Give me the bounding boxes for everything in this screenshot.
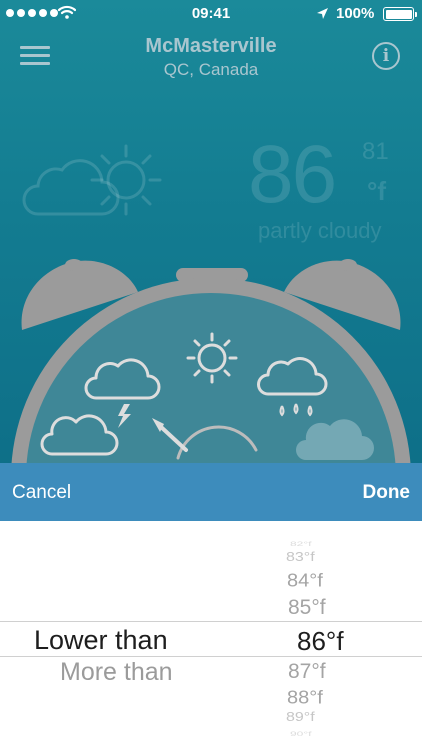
picker-condition-selected[interactable]: Lower than <box>34 625 168 656</box>
battery-icon <box>383 7 417 21</box>
done-button[interactable]: Done <box>363 482 411 504</box>
picker-toolbar: Cancel Done <box>0 463 422 521</box>
picker-temp-option[interactable]: 82°f <box>290 540 311 548</box>
info-icon[interactable]: i <box>372 42 400 70</box>
picker-temp-option[interactable]: 89°f <box>286 711 315 725</box>
picker-condition-option[interactable]: More than <box>60 658 173 687</box>
selection-line-top <box>0 621 422 622</box>
picker-temp-selected[interactable]: 86°f <box>297 626 344 657</box>
status-bar: 09:41 100% <box>0 0 422 28</box>
picker-temp-option[interactable]: 84°f <box>287 571 323 592</box>
picker-temp-option[interactable]: 85°f <box>288 596 326 620</box>
picker-temp-option[interactable]: 88°f <box>287 688 323 709</box>
location-arrow-icon <box>317 8 328 19</box>
selection-line-bottom <box>0 656 422 657</box>
alarm-condition-picker[interactable]: Lower than More than 82°f 83°f 84°f 85°f… <box>0 521 422 750</box>
picker-temp-option[interactable]: 83°f <box>286 551 315 565</box>
picker-temp-option[interactable]: 90°f <box>290 730 311 738</box>
battery-percentage: 100% <box>336 5 375 22</box>
region-name: QC, Canada <box>163 60 259 79</box>
city-name: McMasterville <box>145 35 277 57</box>
picker-temp-option[interactable]: 87°f <box>288 660 326 684</box>
cancel-button[interactable]: Cancel <box>12 482 71 504</box>
app-screen: 86 81 °f partly cloudy 09:41 100% McMast… <box>0 0 422 750</box>
